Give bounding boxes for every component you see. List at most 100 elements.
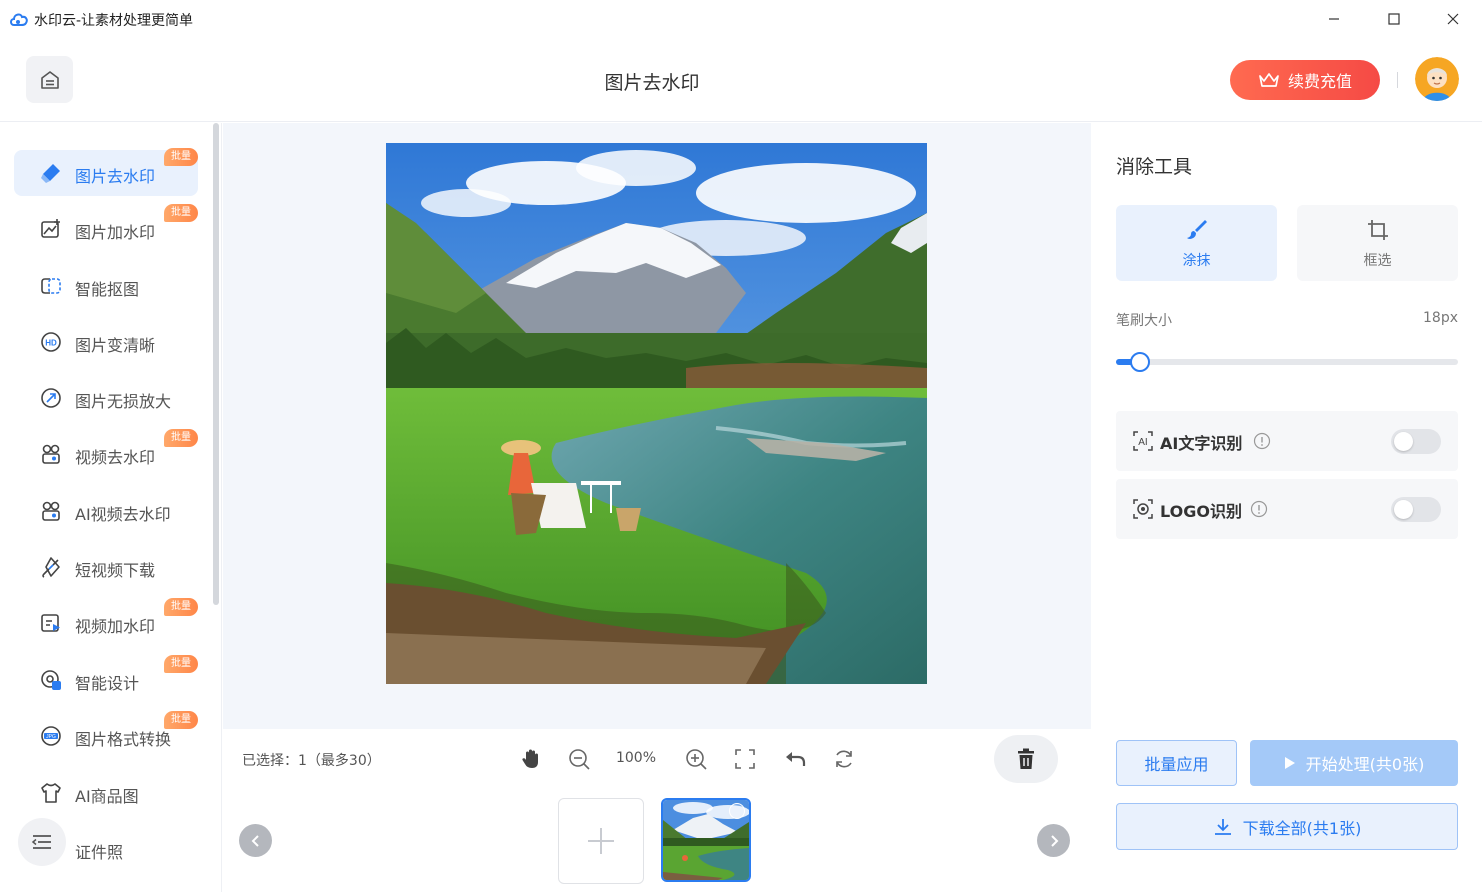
start-label: 开始处理(共0张) [1305,755,1425,774]
batch-apply-button[interactable]: 批量应用 [1116,740,1237,786]
svg-text:HD: HD [45,339,57,348]
sidebar-item-short-video-download[interactable]: 短视频下载 [14,544,198,590]
hand-icon [522,749,538,768]
renew-label: 续费充值 [1287,72,1352,91]
sidebar-item-video-watermark-remove[interactable]: 视频去水印 批量 [14,429,198,477]
svg-text:JPG: JPG [46,734,56,740]
sidebar-item-ai-video-watermark-remove[interactable]: AI视频去水印 [14,488,198,534]
app-window: 水印云-让素材处理更简单 图片去水印 续费充值 图片去水印 批量 图片加水印 批… [0,0,1482,892]
fit-screen-button[interactable] [733,747,757,771]
switch-knob [1394,432,1413,451]
slider-handle[interactable] [1129,352,1150,372]
zoom-in-button[interactable] [684,747,708,771]
collapse-menu-button[interactable] [18,818,66,866]
pan-button[interactable] [519,747,543,771]
smear-mode-button[interactable]: 涂抹 [1116,205,1277,281]
toggle-label: LOGO识别 [1160,502,1242,521]
reset-button[interactable] [832,747,856,771]
sidebar-item-smart-design[interactable]: 智能设计 批量 [14,655,198,703]
cloud-logo-icon [10,13,28,26]
start-process-button[interactable]: 开始处理(共0张) [1250,740,1458,786]
next-button[interactable] [1037,824,1070,857]
maximize-icon [1388,13,1400,25]
sidebar-item-label: AI视频去水印 [75,505,171,524]
sidebar-item-ai-product-image[interactable]: AI商品图 [14,770,198,816]
sidebar-item-label: 智能抠图 [75,280,140,299]
crop-icon [1368,220,1388,240]
delete-button[interactable] [994,735,1058,783]
hd-icon: HD [41,332,61,352]
prev-button[interactable] [239,824,272,857]
ai-video-icon [42,501,60,521]
cutout-icon [41,278,61,294]
plus-icon [588,828,614,854]
sidebar-item-image-enlarge[interactable]: 图片无损放大 [14,375,198,421]
user-avatar-icon [1415,57,1459,101]
fullscreen-icon [735,749,755,769]
jpg-icon: JPG [41,726,61,746]
brush-size-label: 笔刷大小 [1116,313,1172,329]
page-title: 图片去水印 [604,72,700,94]
brush-icon [1187,220,1207,239]
logo-detect-icon [1133,499,1153,519]
brush-size-slider[interactable] [1116,352,1458,372]
zoom-out-icon [569,749,590,770]
landscape-image [386,143,927,684]
sidebar-item-image-sharpen[interactable]: HD 图片变清晰 [14,319,198,365]
avatar[interactable] [1415,57,1459,101]
undo-icon [786,752,806,766]
header: 图片去水印 续费充值 [0,38,1482,122]
sidebar: 图片去水印 批量 图片加水印 批量 智能抠图 HD 图片变清晰 图片无损放大 视… [0,123,222,892]
thumbnail-select-checkbox[interactable] [729,803,745,819]
title-bar: 水印云-让素材处理更简单 [0,0,1482,38]
batch-badge: 批量 [164,148,198,166]
sidebar-item-video-watermark-add[interactable]: 视频加水印 批量 [14,598,198,646]
logo-detect-switch[interactable] [1391,497,1441,522]
renew-button[interactable]: 续费充值 [1230,60,1380,100]
image-thumbnail[interactable] [661,798,751,882]
info-icon[interactable] [1250,500,1268,518]
sidebar-item-label: 图片变清晰 [75,336,156,355]
eraser-icon [41,164,60,183]
image-add-icon [41,219,60,238]
batch-badge: 批量 [164,204,198,222]
canvas-toolbar: 已选择：1（最多30） 100% [223,729,1091,789]
box-select-mode-button[interactable]: 框选 [1297,205,1458,281]
sidebar-item-image-watermark-remove[interactable]: 图片去水印 批量 [14,148,198,196]
add-image-button[interactable] [558,798,644,884]
landscape-photo[interactable] [386,143,927,684]
link-icon [42,557,60,578]
sidebar-item-label: 智能设计 [75,674,140,693]
sidebar-item-label: 图片格式转换 [75,730,172,749]
sidebar-item-label: 图片加水印 [75,223,156,242]
minimize-button[interactable] [1311,4,1357,34]
sidebar-item-label: AI商品图 [75,787,139,806]
zoom-out-button[interactable] [567,747,591,771]
maximize-button[interactable] [1371,4,1417,34]
refresh-icon [836,750,852,768]
trash-icon [1018,748,1034,769]
undo-button[interactable] [783,747,807,771]
sidebar-item-image-watermark-add[interactable]: 图片加水印 批量 [14,204,198,252]
sidebar-scrollbar[interactable] [213,123,219,605]
close-button[interactable] [1430,4,1476,34]
sidebar-item-label: 图片去水印 [75,167,156,186]
window-title: 水印云-让素材处理更简单 [34,13,194,29]
sidebar-item-label: 视频去水印 [75,448,156,467]
thumbnail-strip [223,789,1091,892]
ai-text-switch[interactable] [1391,429,1441,454]
shirt-icon [41,783,61,803]
zoom-in-icon [686,749,707,770]
enlarge-icon [41,388,61,408]
sidebar-item-format-convert[interactable]: JPG 图片格式转换 批量 [14,711,198,759]
mode-label: 涂抹 [1182,253,1211,269]
sidebar-item-label: 视频加水印 [75,617,156,636]
switch-knob [1394,500,1413,519]
batch-badge: 批量 [164,429,198,447]
info-icon[interactable] [1253,432,1271,450]
download-icon [1214,818,1231,835]
svg-text:AI: AI [1138,437,1147,448]
download-all-button[interactable]: 下载全部(共1张) [1116,803,1458,850]
tool-panel: 消除工具 涂抹 框选 笔刷大小 18px AI AI文字识别 LOGO识别 批量… [1092,123,1482,892]
sidebar-item-smart-cutout[interactable]: 智能抠图 [14,263,198,309]
